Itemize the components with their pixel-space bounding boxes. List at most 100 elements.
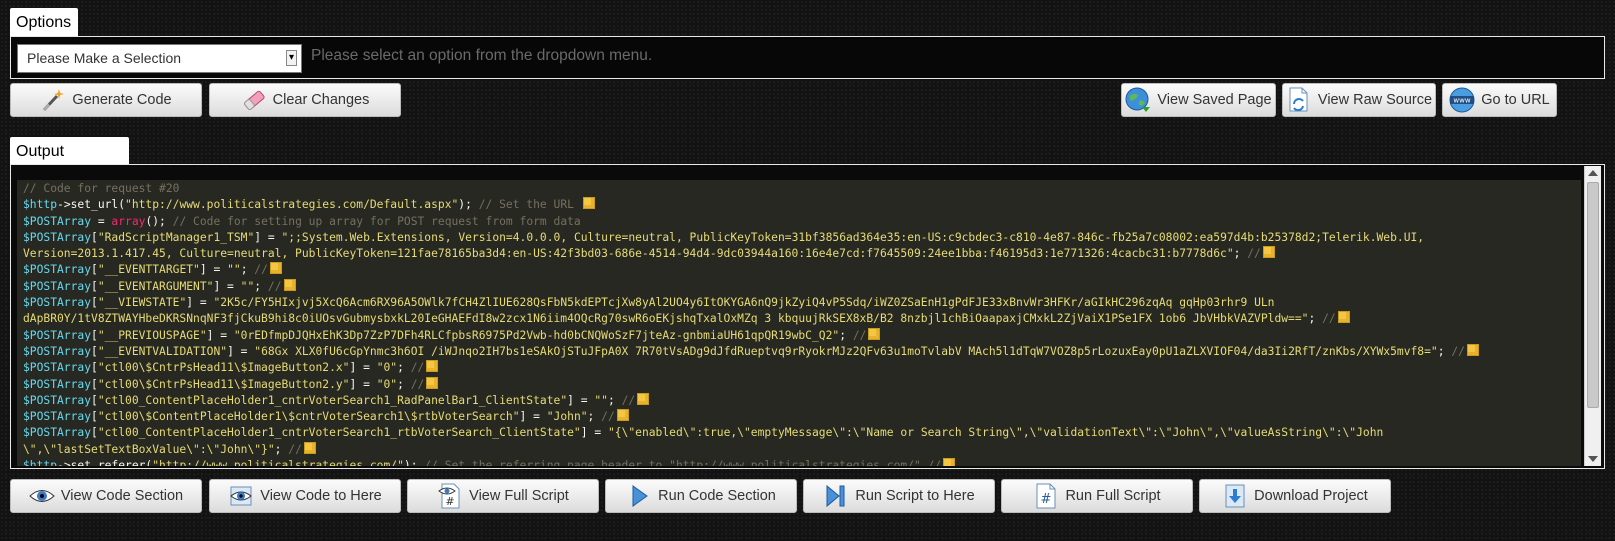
code-string: "ctl00\$CntrPsHead11\$ImageButton2.x" xyxy=(97,361,350,375)
code-line: Version=2013.1.417.45, Culture=neutral, … xyxy=(23,246,1581,262)
code-string: "http://www.politicalstrategies.com/" xyxy=(152,459,404,466)
script-eye-icon: # xyxy=(437,483,463,509)
code-line: $POSTArray["ctl00\$ContentPlaceHolder1\$… xyxy=(23,409,1581,425)
code-comment: // Set the URL xyxy=(478,198,581,212)
code-comment: // xyxy=(1451,344,1465,358)
code-text: ] = xyxy=(213,279,241,293)
vertical-scrollbar[interactable] xyxy=(1584,166,1601,466)
code-string: "0rEDfmpDJQHxEhK3Dp7ZzP7DFh4RLCfpbsR6975… xyxy=(233,328,840,342)
go-to-url-button[interactable]: www Go to URL xyxy=(1442,83,1557,117)
code-text: ] = xyxy=(567,393,595,407)
view-full-script-button[interactable]: # View Full Script xyxy=(407,479,599,513)
sticky-note-icon[interactable] xyxy=(868,327,881,340)
code-string: "0" xyxy=(376,361,398,375)
sticky-note-icon[interactable] xyxy=(426,376,439,389)
script-icon: # xyxy=(1033,483,1059,509)
code-string: Version=2013.1.417.45, Culture=neutral, … xyxy=(23,247,1234,261)
code-text: ); xyxy=(458,198,479,212)
code-output[interactable]: // Code for request #20 $http->set_url("h… xyxy=(17,180,1581,466)
eraser-icon xyxy=(241,87,267,113)
code-text: ; xyxy=(240,263,255,277)
dropdown-arrow-icon[interactable]: ▾ xyxy=(286,50,297,66)
code-comment: // xyxy=(852,328,867,342)
code-text: ; xyxy=(607,393,622,407)
code-comment: // xyxy=(1247,247,1261,261)
code-variable: $POSTArray xyxy=(23,361,92,375)
code-text: = xyxy=(91,214,112,228)
code-line: $POSTArray["ctl00_ContentPlaceHolder1_cn… xyxy=(23,425,1581,441)
run-code-section-button[interactable]: Run Code Section xyxy=(605,479,797,513)
code-text: ); xyxy=(403,459,425,466)
sticky-note-icon[interactable] xyxy=(1466,343,1479,356)
code-string: "__PREVIOUSPAGE" xyxy=(97,328,207,342)
view-code-section-button[interactable]: View Code Section xyxy=(10,479,202,513)
sticky-note-icon[interactable] xyxy=(269,262,282,275)
sticky-note-icon[interactable] xyxy=(303,441,316,454)
code-string: "ctl00_ContentPlaceHolder1_cntrVoterSear… xyxy=(97,426,581,440)
sticky-note-icon[interactable] xyxy=(943,458,956,466)
options-tab: Options xyxy=(10,8,78,36)
code-variable: $http xyxy=(23,198,58,212)
code-comment: // Code for request #20 xyxy=(23,182,180,195)
generate-code-button[interactable]: Generate Code xyxy=(10,83,202,117)
clear-changes-button[interactable]: Clear Changes xyxy=(209,83,401,117)
option-select[interactable]: Please Make a Selection ▾ xyxy=(17,44,302,73)
output-window-tab: Output Window xyxy=(10,137,129,188)
code-text: ] = xyxy=(186,296,214,310)
view-code-to-here-button[interactable]: View Code to Here xyxy=(209,479,401,513)
code-text: [ xyxy=(91,263,98,277)
code-text: ; xyxy=(839,328,853,342)
code-text: ] = xyxy=(349,361,377,375)
code-text: [ xyxy=(91,393,98,407)
code-text: ; xyxy=(1233,247,1248,261)
code-variable: $POSTArray xyxy=(23,393,92,407)
scroll-down-icon[interactable] xyxy=(1588,456,1598,462)
code-text: [ xyxy=(91,377,98,391)
sticky-note-icon[interactable] xyxy=(426,360,439,373)
code-text: ] = xyxy=(227,344,255,358)
code-string: "ctl00_ContentPlaceHolder1_cntrVoterSear… xyxy=(97,393,568,407)
code-text: ] = xyxy=(254,230,282,244)
sticky-note-icon[interactable] xyxy=(582,197,595,210)
code-string: "__EVENTVALIDATION" xyxy=(97,344,228,358)
run-full-script-button[interactable]: # Run Full Script xyxy=(1001,479,1193,513)
run-code-section-label: Run Code Section xyxy=(658,488,776,504)
code-line: $POSTArray["ctl00_ContentPlaceHolder1_cn… xyxy=(23,392,1581,409)
go-to-url-label: Go to URL xyxy=(1481,92,1550,108)
code-line: dApBR0Y/1tV8ZTWAYHbeDKRSNnqNF3fjCkuB9hi8… xyxy=(23,311,1581,327)
scroll-up-icon[interactable] xyxy=(1588,170,1598,176)
sticky-note-icon[interactable] xyxy=(1262,246,1275,259)
code-comment: // xyxy=(410,377,425,391)
view-code-to-here-label: View Code to Here xyxy=(260,488,382,504)
output-window-panel: // Code for request #20 $http->set_url("h… xyxy=(10,164,1605,469)
code-string: "__EVENTTARGET" xyxy=(97,263,200,277)
sticky-note-icon[interactable] xyxy=(283,278,296,291)
view-saved-page-label: View Saved Page xyxy=(1157,92,1272,108)
code-text: [ xyxy=(91,410,98,424)
code-string: "RadScriptManager1_TSM" xyxy=(97,230,255,244)
view-raw-source-button[interactable]: View Raw Source xyxy=(1282,83,1436,117)
code-text: ->set_referer( xyxy=(57,459,153,466)
code-comment: // Code for setting up array for POST re… xyxy=(172,214,581,228)
code-line: $POSTArray["__EVENTTARGET"] = ""; // xyxy=(23,262,1581,278)
code-string: "ctl00\$CntrPsHead11\$ImageButton2.y" xyxy=(97,377,350,391)
code-variable: $POSTArray xyxy=(23,263,92,277)
code-string: dApBR0Y/1tV8ZTWAYHbeDKRSNnqNF3fjCkuB9hi8… xyxy=(23,312,1309,326)
code-text: ; xyxy=(397,361,411,375)
svg-text:www: www xyxy=(1454,97,1471,105)
view-saved-page-button[interactable]: View Saved Page xyxy=(1121,83,1276,117)
generate-code-label: Generate Code xyxy=(72,92,172,108)
code-string: ";;System.Web.Extensions, Version=4.0.0.… xyxy=(281,230,1425,244)
scrollbar-thumb[interactable] xyxy=(1587,182,1599,408)
download-project-button[interactable]: Download Project xyxy=(1199,479,1391,513)
code-string: "John" xyxy=(546,410,588,424)
code-line: $POSTArray["__EVENTARGUMENT"] = ""; // xyxy=(23,278,1581,295)
svg-text:#: # xyxy=(446,495,455,508)
sticky-note-icon[interactable] xyxy=(616,409,629,422)
code-line: $POSTArray["RadScriptManager1_TSM"] = ";… xyxy=(23,230,1581,246)
globe-icon xyxy=(1125,87,1151,113)
run-script-to-here-button[interactable]: Run Script to Here xyxy=(803,479,995,513)
code-line: $POSTArray["__PREVIOUSPAGE"] = "0rEDfmpD… xyxy=(23,327,1581,344)
sticky-note-icon[interactable] xyxy=(637,392,650,405)
sticky-note-icon[interactable] xyxy=(1337,311,1350,324)
